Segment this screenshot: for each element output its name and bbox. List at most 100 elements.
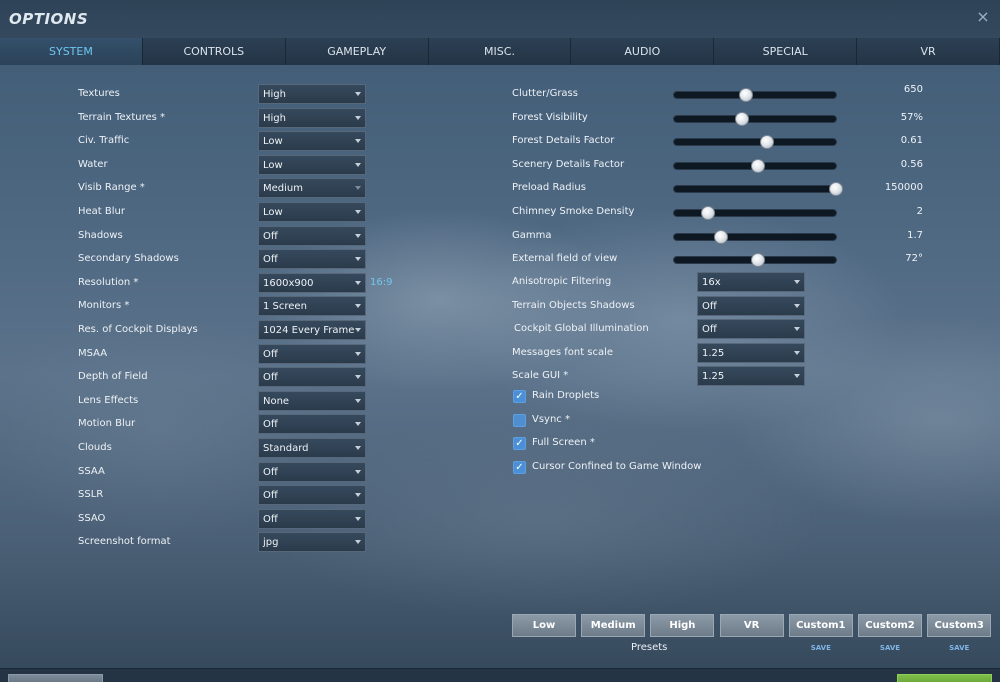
- chevron-down-icon: [355, 422, 361, 427]
- dropdown-value: Low: [263, 136, 283, 148]
- slider-track[interactable]: [673, 88, 837, 102]
- chevron-down-icon: [794, 280, 800, 284]
- tab-misc[interactable]: MISC.: [428, 38, 572, 65]
- setting-dropdown[interactable]: Off: [697, 295, 805, 316]
- cancel-button[interactable]: [8, 674, 103, 682]
- tab-audio[interactable]: AUDIO: [571, 38, 715, 65]
- tab-bar: SYSTEM CONTROLS GAMEPLAY MISC. AUDIO SPE…: [0, 38, 1000, 65]
- slider-track[interactable]: [673, 182, 843, 197]
- setting-dropdown[interactable]: Off: [258, 367, 366, 388]
- slider-value: 57%: [900, 111, 923, 123]
- setting-dropdown[interactable]: Low: [258, 131, 366, 152]
- setting-dropdown[interactable]: 16x: [697, 272, 805, 292]
- preset-button-custom3[interactable]: Custom3: [927, 614, 992, 637]
- setting-dropdown[interactable]: Off: [258, 249, 366, 270]
- dropdown-value: Off: [702, 300, 717, 312]
- checkbox-label: Rain Droplets: [532, 390, 600, 401]
- dropdown-value: Standard: [263, 443, 309, 454]
- setting-dropdown[interactable]: 1.25: [697, 342, 805, 363]
- checkbox-label: Full Screen *: [532, 437, 595, 449]
- dropdown-value: 1.25: [702, 347, 725, 359]
- chevron-down-icon: [355, 375, 361, 380]
- preset-button-custom1[interactable]: Custom1: [788, 614, 853, 637]
- preset-button-medium[interactable]: Medium: [581, 614, 646, 637]
- checkbox[interactable]: [513, 413, 526, 427]
- save-preset-button[interactable]: SAVE: [858, 644, 922, 652]
- tab-special[interactable]: SPECIAL: [714, 38, 858, 65]
- save-preset-button[interactable]: SAVE: [927, 644, 991, 652]
- setting-dropdown[interactable]: 1024 Every Frame: [258, 320, 366, 340]
- chevron-down-icon: [794, 374, 800, 379]
- setting-dropdown[interactable]: Off: [258, 414, 366, 435]
- slider-value: 72°: [905, 253, 923, 265]
- setting-dropdown[interactable]: 1.25: [697, 366, 805, 387]
- preset-button-high[interactable]: High: [650, 614, 715, 637]
- setting-dropdown[interactable]: 1600x900: [258, 272, 366, 293]
- presets-label: Presets: [631, 642, 668, 653]
- slider-handle[interactable]: [701, 206, 715, 220]
- slider-value: 150000: [884, 182, 923, 194]
- setting-dropdown[interactable]: jpg: [258, 532, 366, 553]
- setting-label: Civ. Traffic: [78, 135, 130, 147]
- dropdown-value: Off: [263, 419, 278, 431]
- slider-value: 0.56: [900, 158, 923, 170]
- slider-track[interactable]: [673, 253, 837, 268]
- tab-gameplay[interactable]: GAMEPLAY: [285, 38, 429, 65]
- chevron-down-icon: [355, 516, 361, 521]
- dropdown-value: 1600x900: [263, 277, 314, 289]
- setting-dropdown[interactable]: Off: [258, 225, 366, 246]
- tab-vr[interactable]: VR: [857, 38, 1000, 65]
- preset-button-custom2[interactable]: Custom2: [858, 614, 922, 637]
- setting-dropdown[interactable]: None: [258, 390, 366, 411]
- slider-handle[interactable]: [713, 229, 728, 244]
- slider-value: 650: [903, 84, 923, 95]
- dropdown-value: Low: [263, 159, 283, 171]
- setting-dropdown[interactable]: Off: [258, 461, 366, 482]
- preset-button-low[interactable]: Low: [512, 614, 576, 637]
- checkbox[interactable]: ✓: [513, 390, 526, 403]
- setting-label: Scale GUI *: [512, 370, 569, 382]
- slider-track[interactable]: [673, 158, 837, 173]
- dropdown-value: 16x: [702, 277, 721, 288]
- slider-handle[interactable]: [750, 158, 765, 173]
- setting-dropdown[interactable]: Off: [258, 343, 366, 364]
- setting-dropdown[interactable]: Low: [258, 154, 366, 175]
- slider-track[interactable]: [673, 111, 837, 126]
- setting-dropdown[interactable]: High: [258, 84, 366, 104]
- setting-dropdown[interactable]: High: [258, 107, 366, 128]
- slider-track[interactable]: [673, 135, 837, 150]
- slider-handle[interactable]: [829, 182, 843, 197]
- slider-handle[interactable]: [739, 88, 754, 102]
- close-icon[interactable]: ×: [974, 8, 992, 26]
- slider-handle[interactable]: [750, 253, 765, 268]
- setting-dropdown[interactable]: Standard: [258, 438, 366, 458]
- dropdown-value: Low: [263, 207, 283, 218]
- chevron-down-icon: [355, 257, 361, 262]
- setting-dropdown[interactable]: 1 Screen: [258, 296, 366, 317]
- setting-dropdown[interactable]: Off: [258, 508, 366, 529]
- setting-label: Terrain Textures *: [78, 111, 166, 123]
- slider-handle[interactable]: [760, 135, 775, 150]
- slider-label: Clutter/Grass: [512, 88, 578, 99]
- setting-dropdown[interactable]: Low: [258, 202, 366, 222]
- setting-label: Resolution *: [78, 276, 139, 288]
- slider-value: 0.61: [900, 135, 923, 147]
- preset-button-vr[interactable]: VR: [719, 614, 784, 637]
- setting-label: Cockpit Global Illumination: [514, 323, 649, 335]
- setting-dropdown[interactable]: Off: [258, 485, 366, 506]
- setting-dropdown[interactable]: Medium: [258, 178, 366, 199]
- save-preset-button[interactable]: SAVE: [789, 644, 853, 652]
- chevron-down-icon: [355, 469, 361, 474]
- checkbox[interactable]: ✓: [513, 437, 526, 451]
- tab-controls[interactable]: CONTROLS: [142, 38, 286, 65]
- ok-button[interactable]: [897, 674, 992, 682]
- tab-system[interactable]: SYSTEM: [0, 38, 143, 65]
- slider-track[interactable]: [673, 206, 837, 220]
- setting-label: Anisotropic Filtering: [512, 276, 612, 287]
- checkbox[interactable]: ✓: [513, 460, 526, 474]
- setting-label: Monitors *: [78, 300, 130, 312]
- setting-dropdown[interactable]: Off: [697, 319, 805, 340]
- slider-value: 1.7: [907, 229, 923, 241]
- slider-handle[interactable]: [734, 111, 749, 126]
- slider-track[interactable]: [673, 229, 837, 244]
